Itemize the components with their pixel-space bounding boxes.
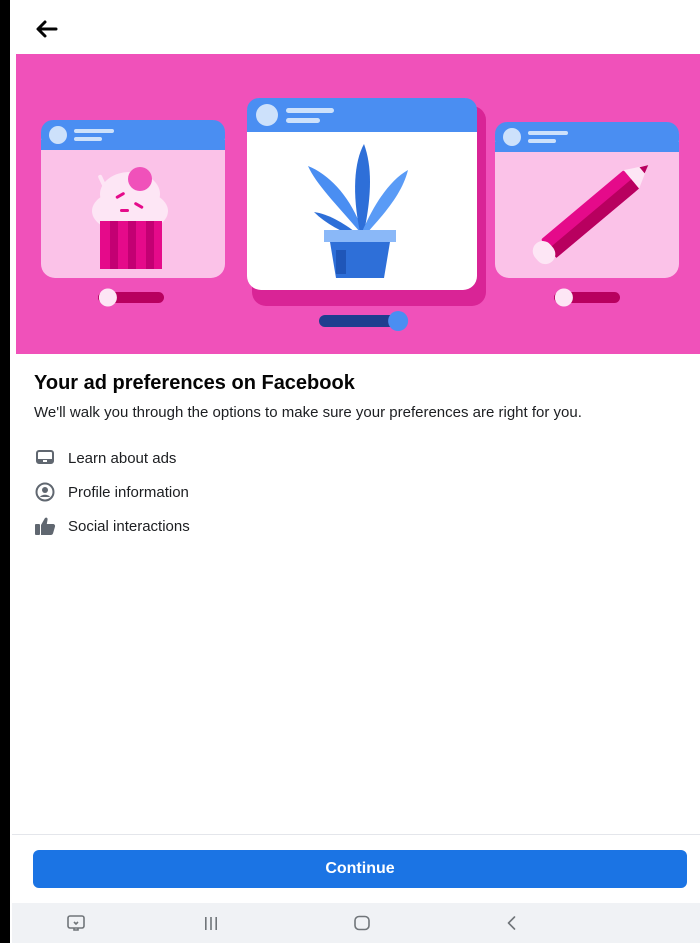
profile-circle-icon	[34, 481, 56, 503]
footer-divider	[12, 834, 700, 835]
continue-button[interactable]: Continue	[33, 850, 687, 888]
page-title: Your ad preferences on Facebook	[34, 372, 355, 394]
list-item-social-interactions: Social interactions	[34, 509, 684, 543]
home-icon	[354, 915, 370, 931]
thumbs-up-icon	[34, 515, 56, 537]
page-description: We'll walk you through the options to ma…	[34, 404, 582, 421]
system-navigation-bar	[12, 903, 700, 943]
ad-preferences-screen: Your ad preferences on Facebook We'll wa…	[12, 0, 700, 943]
back-icon	[507, 916, 516, 930]
screen-icon	[67, 915, 85, 931]
recent-apps-icon	[205, 917, 217, 930]
pencil-card	[495, 122, 679, 307]
ad-preferences-illustration	[41, 98, 679, 331]
recent-apps-button[interactable]	[191, 909, 231, 937]
topics-list: Learn about ads Profile information Soci…	[34, 441, 684, 543]
arrow-left-icon	[36, 20, 58, 38]
laptop-icon	[34, 447, 56, 469]
list-item-label: Social interactions	[68, 517, 190, 535]
system-back-button[interactable]	[492, 909, 532, 937]
home-button[interactable]	[342, 909, 382, 937]
plant-card	[247, 98, 486, 331]
cupcake-slider	[98, 288, 164, 307]
list-item-label: Learn about ads	[68, 449, 177, 467]
cupcake-card	[41, 120, 225, 307]
screen-button[interactable]	[56, 909, 96, 937]
list-item-label: Profile information	[68, 483, 189, 501]
plant-slider	[319, 311, 409, 331]
list-item-profile-information: Profile information	[34, 475, 684, 509]
main-content: Your ad preferences on Facebook We'll wa…	[34, 370, 684, 543]
list-item-learn-about-ads: Learn about ads	[34, 441, 684, 475]
back-button[interactable]	[30, 12, 64, 46]
hero-illustration	[16, 54, 700, 354]
top-bar	[12, 0, 700, 54]
pencil-slider	[554, 288, 620, 307]
window-edge	[0, 0, 10, 943]
